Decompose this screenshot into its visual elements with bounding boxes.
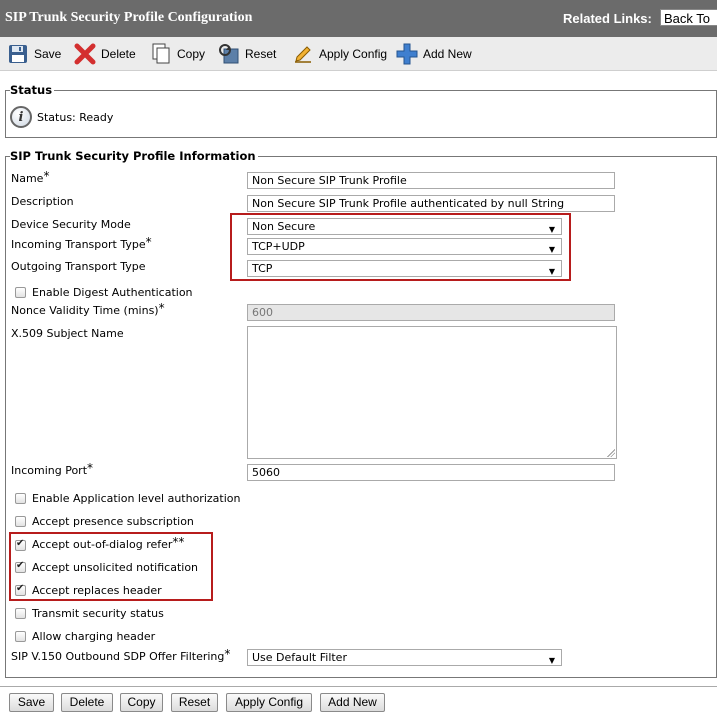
allow-charging-label: Allow charging header [32, 630, 156, 643]
floppy-disk-icon [7, 43, 29, 65]
title-bar: SIP Trunk Security Profile Configuration… [0, 0, 717, 37]
toolbar-save-button[interactable]: Save [7, 43, 61, 65]
related-links-label: Related Links: [563, 11, 652, 26]
incoming-transport-select[interactable]: TCP+UDP ▼ [247, 238, 562, 255]
toolbar-add-new-button[interactable]: Add New [396, 43, 472, 65]
allow-charging-row[interactable]: Allow charging header [15, 630, 155, 643]
device-security-mode-label: Device Security Mode [11, 218, 131, 231]
accept-replaces-label: Accept replaces header [32, 584, 162, 597]
accept-presence-checkbox[interactable] [15, 516, 26, 527]
accept-unsolicited-checkbox[interactable] [15, 560, 26, 573]
related-links-select[interactable]: Back To [660, 9, 717, 26]
device-security-mode-select[interactable]: Non Secure ▼ [247, 218, 562, 235]
nonce-label: Nonce Validity Time (mins)* [11, 301, 165, 317]
incoming-transport-label: Incoming Transport Type* [11, 235, 152, 251]
transmit-security-label: Transmit security status [32, 607, 164, 620]
sdp-filter-label: SIP V.150 Outbound SDP Offer Filtering* [11, 647, 231, 663]
toolbar-reset-button[interactable]: Reset [218, 43, 276, 65]
transmit-security-checkbox[interactable] [15, 608, 26, 619]
pencil-icon [292, 43, 314, 65]
enable-app-auth-label: Enable Application level authorization [32, 492, 241, 505]
status-line: i Status: Ready [10, 106, 113, 128]
dropdown-arrow-icon: ▼ [548, 225, 555, 234]
status-legend: Status [10, 83, 55, 97]
toolbar-save-label: Save [34, 47, 62, 61]
bottom-button-bar: Save Delete Copy Reset Apply Config Add … [0, 686, 717, 716]
toolbar-copy-label: Copy [177, 47, 206, 61]
name-input[interactable]: Non Secure SIP Trunk Profile [247, 172, 615, 189]
accept-presence-label: Accept presence subscription [32, 515, 194, 528]
description-input[interactable]: Non Secure SIP Trunk Profile authenticat… [247, 195, 615, 212]
toolbar-delete-button[interactable]: Delete [74, 43, 136, 65]
outgoing-transport-label: Outgoing Transport Type [11, 260, 146, 273]
allow-charging-checkbox[interactable] [15, 631, 26, 642]
toolbar-copy-button[interactable]: Copy [150, 43, 205, 65]
dropdown-arrow-icon: ▼ [548, 245, 555, 254]
enable-digest-checkbox[interactable] [15, 287, 26, 298]
plus-icon [396, 43, 418, 65]
accept-unsolicited-label: Accept unsolicited notification [32, 561, 199, 574]
outgoing-transport-value: TCP [252, 262, 273, 275]
toolbar-add-new-label: Add New [423, 47, 472, 61]
reset-icon [218, 43, 240, 65]
enable-digest-row[interactable]: Enable Digest Authentication [15, 286, 193, 299]
dropdown-arrow-icon: ▼ [548, 267, 555, 276]
copy-document-icon [150, 43, 172, 65]
enable-app-auth-row[interactable]: Enable Application level authorization [15, 492, 240, 505]
name-label: Name* [11, 169, 50, 185]
accept-ood-refer-row[interactable]: Accept out-of-dialog refer** [15, 535, 185, 552]
incoming-transport-value: TCP+UDP [252, 240, 305, 253]
apply-config-button[interactable]: Apply Config [226, 693, 312, 712]
copy-button[interactable]: Copy [120, 693, 163, 712]
toolbar-apply-config-label: Apply Config [319, 47, 388, 61]
accept-ood-refer-label: Accept out-of-dialog refer** [32, 535, 185, 551]
enable-app-auth-checkbox[interactable] [15, 493, 26, 504]
resize-grip-icon[interactable] [607, 449, 615, 457]
toolbar-apply-config-button[interactable]: Apply Config [292, 43, 387, 65]
incoming-port-input[interactable]: 5060 [247, 464, 615, 481]
profile-legend: SIP Trunk Security Profile Information [10, 149, 258, 163]
sdp-filter-value: Use Default Filter [252, 651, 347, 664]
accept-replaces-row[interactable]: Accept replaces header [15, 583, 162, 597]
delete-x-icon [74, 43, 96, 65]
x509-label: X.509 Subject Name [11, 327, 124, 340]
reset-button[interactable]: Reset [171, 693, 218, 712]
x509-textarea[interactable] [247, 326, 617, 459]
toolbar-reset-label: Reset [245, 47, 277, 61]
nonce-input: 600 [247, 304, 615, 321]
accept-replaces-checkbox[interactable] [15, 583, 26, 596]
status-text: Status: Ready [37, 110, 114, 124]
sdp-filter-select[interactable]: Use Default Filter ▼ [247, 649, 562, 666]
toolbar-delete-label: Delete [101, 47, 136, 61]
accept-ood-refer-checkbox[interactable] [15, 538, 26, 551]
outgoing-transport-select[interactable]: TCP ▼ [247, 260, 562, 277]
incoming-port-label: Incoming Port* [11, 461, 94, 477]
enable-digest-label: Enable Digest Authentication [32, 286, 193, 299]
transmit-security-row[interactable]: Transmit security status [15, 607, 164, 620]
add-new-button[interactable]: Add New [320, 693, 385, 712]
info-icon: i [10, 106, 32, 128]
delete-button[interactable]: Delete [61, 693, 113, 712]
accept-presence-row[interactable]: Accept presence subscription [15, 515, 194, 528]
toolbar: Save Delete Copy Reset Apply Config Add … [0, 37, 717, 71]
save-button[interactable]: Save [9, 693, 54, 712]
accept-unsolicited-row[interactable]: Accept unsolicited notification [15, 560, 199, 574]
device-security-mode-value: Non Secure [252, 220, 316, 233]
description-label: Description [11, 195, 74, 208]
page-title: SIP Trunk Security Profile Configuration [5, 10, 253, 25]
dropdown-arrow-icon: ▼ [548, 656, 555, 665]
